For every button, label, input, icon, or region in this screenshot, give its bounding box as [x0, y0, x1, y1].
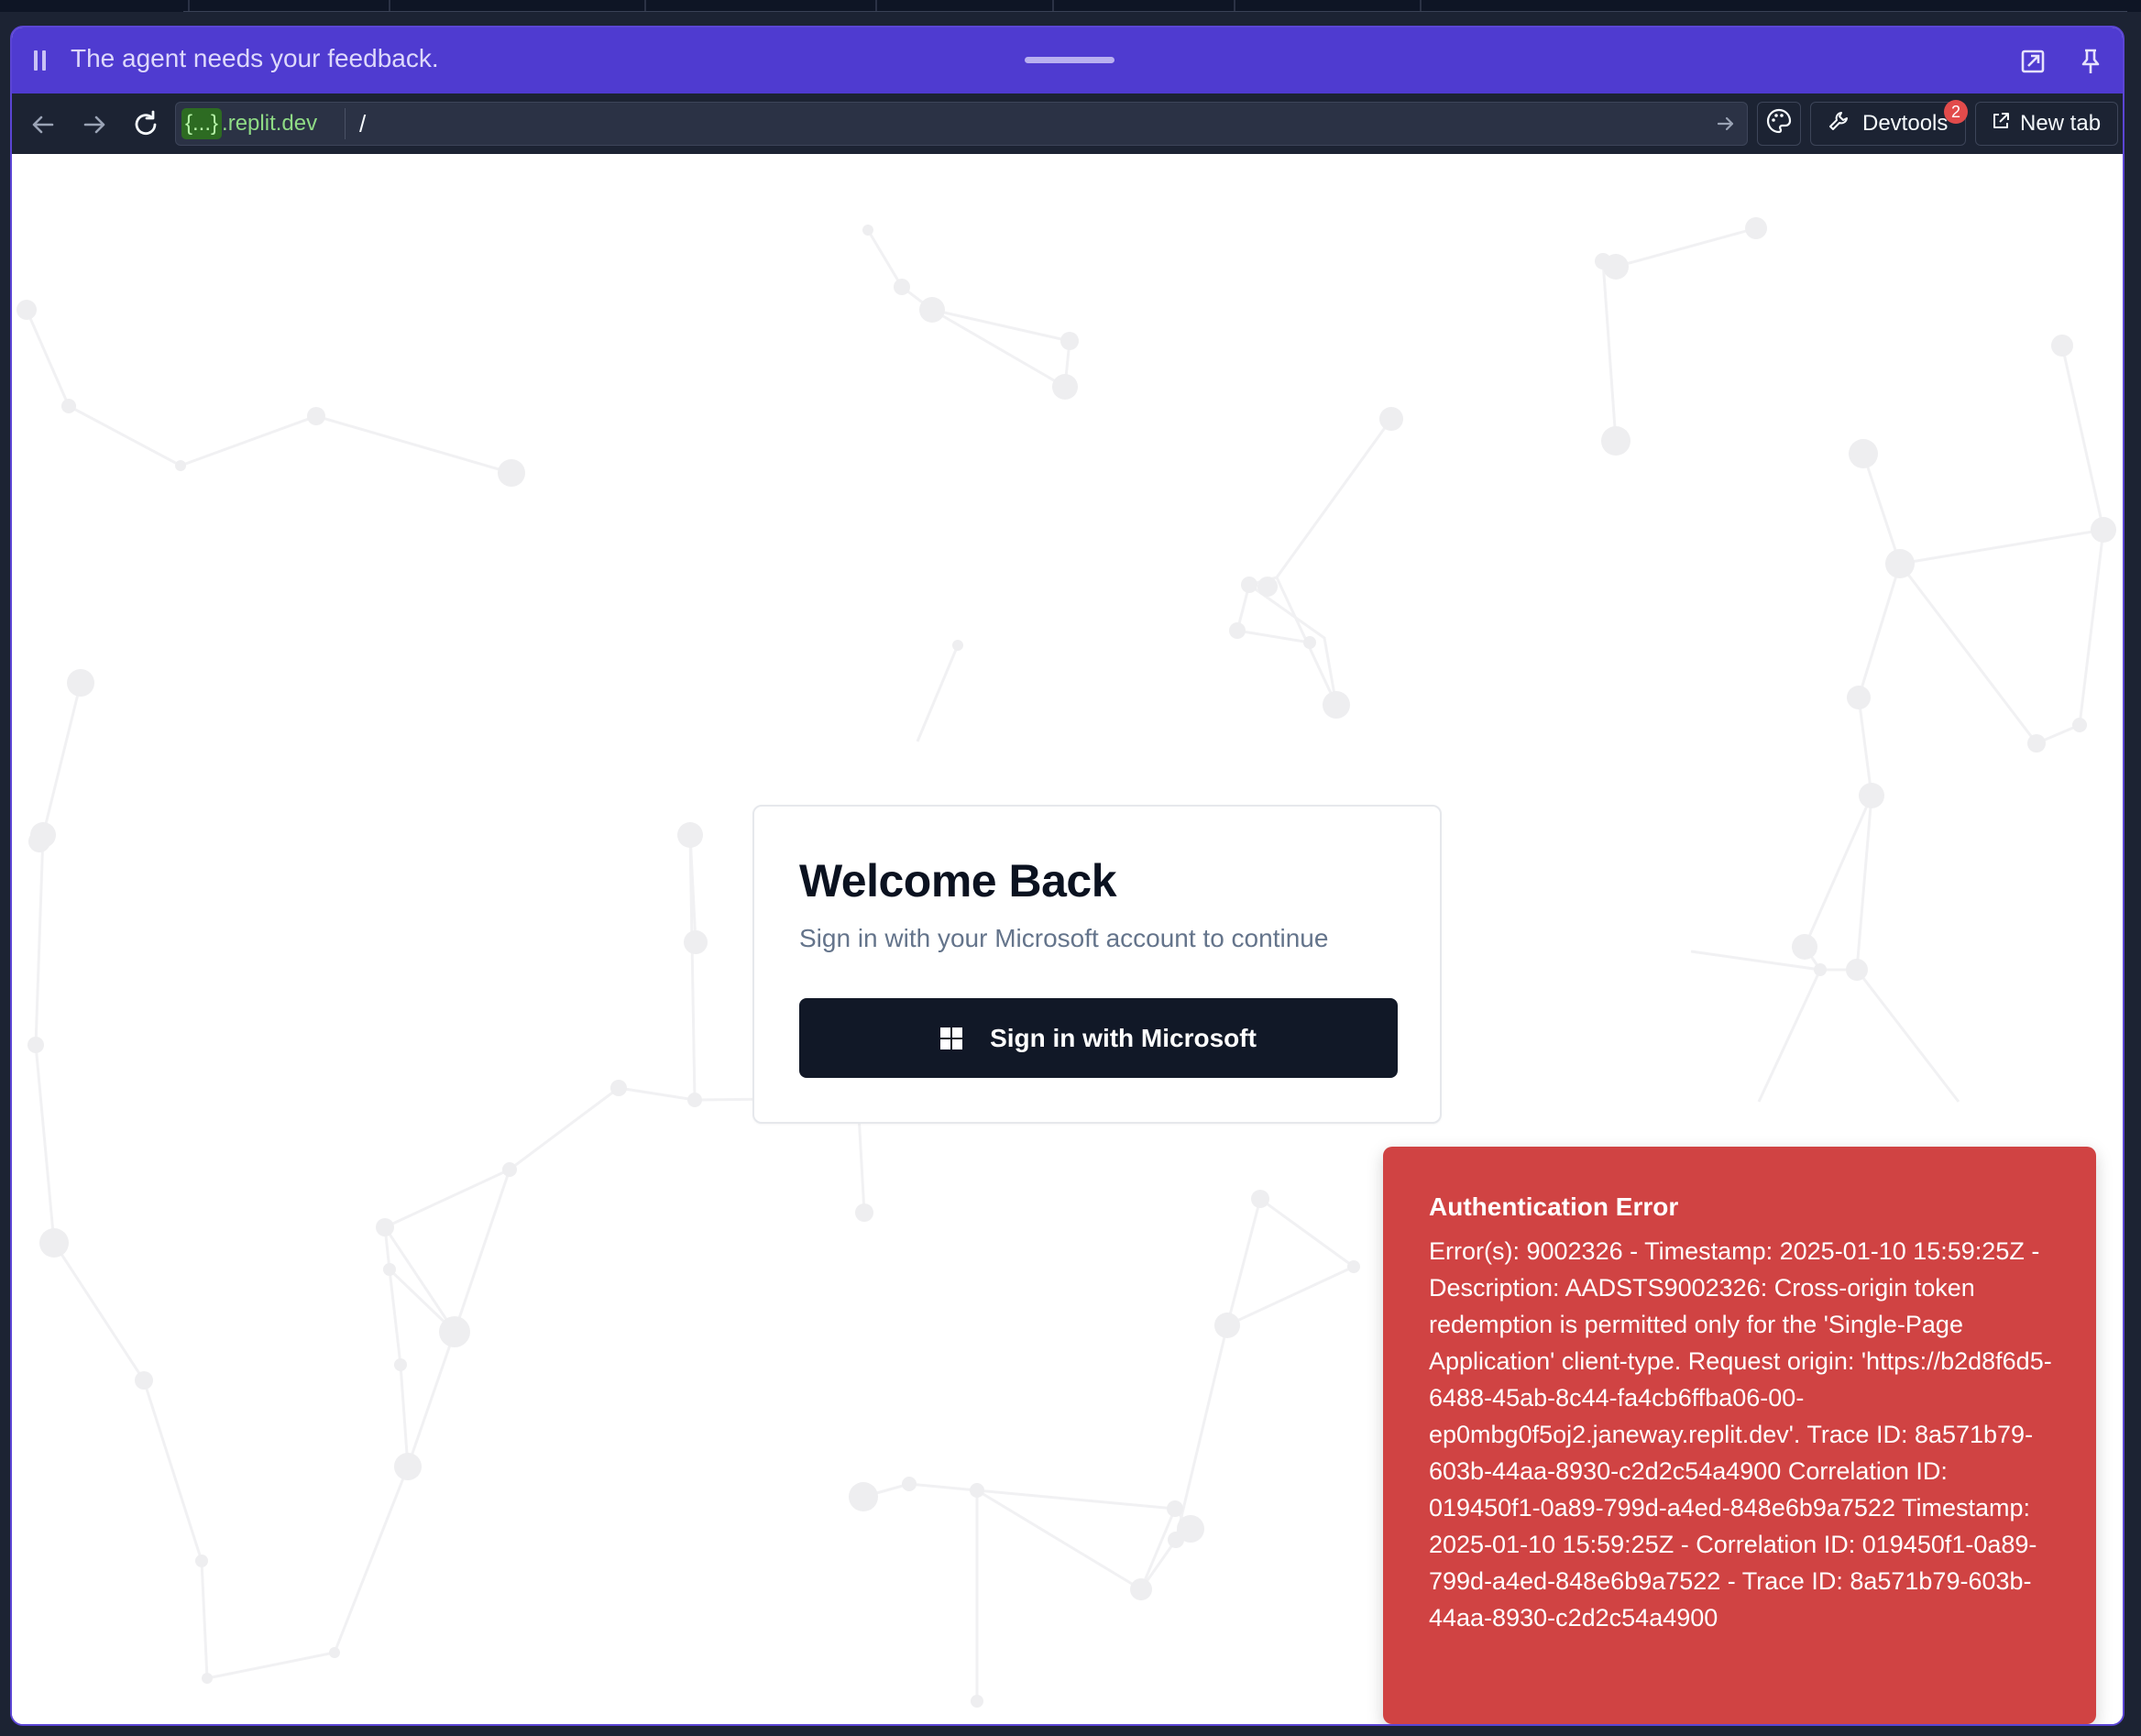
devtools-button[interactable]: Devtools: [1810, 102, 1966, 146]
new-tab-button[interactable]: New tab: [1975, 102, 2118, 146]
pin-icon[interactable]: [2075, 46, 2106, 77]
devtools-badge: 2: [1944, 100, 1968, 124]
error-message: Error(s): 9002326 - Timestamp: 2025-01-1…: [1429, 1237, 2052, 1632]
palette-icon: [1765, 107, 1793, 141]
browser-window: The agent needs your feedback. {...} .rep…: [10, 26, 2125, 1726]
login-title: Welcome Back: [799, 855, 1117, 906]
login-subtitle: Sign in with your Microsoft account to c…: [799, 924, 1329, 952]
error-title: Authentication Error: [1429, 1192, 1679, 1221]
windows-logo-icon: [940, 1027, 963, 1049]
reload-icon[interactable]: [129, 108, 162, 141]
authentication-error-toast[interactable]: Authentication Error Error(s): 9002326 -…: [1383, 1147, 2096, 1724]
url-domain-text: .replit.dev: [222, 111, 318, 136]
back-arrow-icon[interactable]: [27, 108, 60, 141]
devtools-label: Devtools: [1862, 111, 1949, 136]
url-bar[interactable]: {...} .replit.dev /: [175, 102, 1748, 146]
browser-toolbar: {...} .replit.dev / Devtools New tab: [12, 93, 2123, 154]
external-link-icon: [1991, 111, 2011, 137]
app-page: Welcome Back Sign in with your Microsoft…: [12, 154, 2123, 1724]
forward-arrow-icon[interactable]: [78, 108, 111, 141]
url-domain: {...} .replit.dev: [181, 108, 317, 139]
theme-button[interactable]: [1757, 102, 1801, 146]
sign-in-button-label: Sign in with Microsoft: [990, 1023, 1257, 1052]
wrench-icon: [1828, 110, 1850, 138]
new-tab-label: New tab: [2020, 111, 2102, 136]
sign-in-microsoft-button[interactable]: Sign in with Microsoft: [799, 998, 1398, 1078]
pause-icon[interactable]: [32, 50, 47, 71]
go-arrow-icon[interactable]: [1716, 114, 1736, 134]
feedback-message: The agent needs your feedback.: [71, 44, 439, 72]
top-tab-strip: [0, 0, 2141, 12]
url-path[interactable]: /: [359, 110, 366, 138]
agent-feedback-bar: The agent needs your feedback.: [12, 27, 2123, 93]
url-chip: {...}: [181, 108, 223, 139]
drag-handle[interactable]: [1025, 57, 1114, 63]
login-card: Welcome Back Sign in with your Microsoft…: [752, 805, 1442, 1124]
open-external-icon[interactable]: [2017, 46, 2048, 77]
